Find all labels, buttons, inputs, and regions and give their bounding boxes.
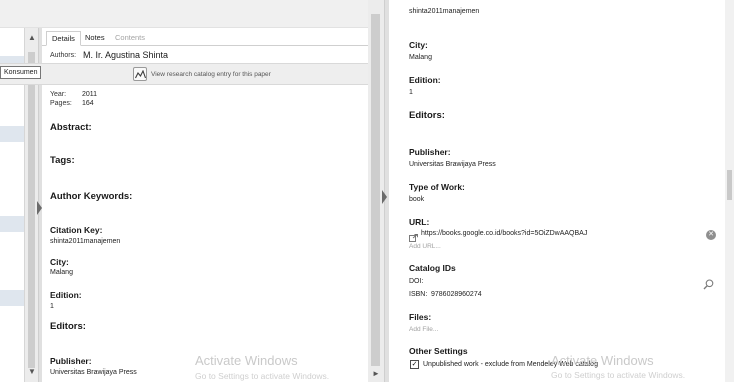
authors-value[interactable]: M. Ir. Agustina Shinta xyxy=(83,50,168,60)
url-value[interactable]: https://books.google.co.id/books?id=5OiZ… xyxy=(421,230,587,237)
publisher-label: Publisher: xyxy=(50,356,92,366)
publisher-value[interactable]: Universitas Brawijaya Press xyxy=(50,369,137,376)
list-row[interactable] xyxy=(0,126,24,142)
publisher-label: Publisher: xyxy=(409,147,451,157)
scrollbar-thumb[interactable] xyxy=(28,52,35,368)
scrollbar-thumb[interactable] xyxy=(371,14,380,366)
abstract-label: Abstract: xyxy=(50,122,92,133)
city-label: City: xyxy=(409,40,428,50)
isbn-label: ISBN: xyxy=(409,291,428,298)
url-label: URL: xyxy=(409,217,430,227)
clear-icon[interactable]: ✕ xyxy=(706,230,716,240)
left-toolbar xyxy=(0,0,368,28)
tags-label: Tags: xyxy=(50,155,75,166)
pages-label: Pages: xyxy=(50,100,72,107)
tab-notes[interactable]: Notes xyxy=(80,31,110,46)
catalog-ids-label: Catalog IDs xyxy=(409,263,456,273)
scroll-down-icon[interactable]: ▼ xyxy=(28,368,36,376)
edition-label: Edition: xyxy=(50,290,82,300)
year-value[interactable]: 2011 xyxy=(82,91,97,98)
activate-windows-title: Activate Windows xyxy=(195,353,298,368)
authors-label: Authors: xyxy=(50,52,77,59)
activate-windows-subtitle: Go to Settings to activate Windows. xyxy=(195,371,330,381)
catalog-entry-bar[interactable]: View research catalog entry for this pap… xyxy=(0,63,368,85)
add-url-link[interactable]: Add URL... xyxy=(409,243,441,250)
citation-key-value[interactable]: shinta2011manajemen xyxy=(409,8,479,15)
citation-key-label: Citation Key: xyxy=(50,225,103,235)
tab-details[interactable]: Details xyxy=(46,31,81,46)
unpublished-checkbox[interactable]: ✓ xyxy=(410,360,419,369)
list-row[interactable] xyxy=(0,216,24,232)
list-row[interactable] xyxy=(0,290,24,306)
left-window: ▲ ▼ Details Notes Contents Authors: M. I… xyxy=(0,0,368,382)
edition-value[interactable]: 1 xyxy=(409,89,413,96)
list-scrollbar-right[interactable]: ► xyxy=(368,0,384,382)
city-value[interactable]: Malang xyxy=(50,269,73,276)
other-settings-label: Other Settings xyxy=(409,346,468,356)
author-keywords-label: Author Keywords: xyxy=(50,191,133,202)
details-panel-right: shinta2011manajemen City: Malang Edition… xyxy=(389,0,734,382)
tooltip: Konsumen xyxy=(0,66,42,79)
doi-label: DOI: xyxy=(409,278,424,285)
isbn-value[interactable]: 9786028960274 xyxy=(431,291,482,298)
details-scrollbar[interactable] xyxy=(725,0,734,382)
add-file-link[interactable]: Add File... xyxy=(409,326,438,333)
scroll-up-icon[interactable]: ▲ xyxy=(28,34,36,42)
tab-contents[interactable]: Contents xyxy=(110,31,150,46)
city-label: City: xyxy=(50,257,69,267)
details-tabs: Details Notes Contents xyxy=(42,28,368,46)
external-link-icon[interactable] xyxy=(409,229,418,242)
citation-key-value[interactable]: shinta2011manajemen xyxy=(50,238,120,245)
activate-windows-subtitle: Go to Settings to activate Windows. xyxy=(551,370,686,380)
publisher-value[interactable]: Universitas Brawijaya Press xyxy=(409,161,496,168)
scrollbar-thumb[interactable] xyxy=(727,170,732,200)
files-label: Files: xyxy=(409,312,432,322)
edition-label: Edition: xyxy=(409,75,441,85)
year-label: Year: xyxy=(50,91,67,98)
editors-label: Editors: xyxy=(409,110,445,121)
scroll-right-icon[interactable]: ► xyxy=(372,370,380,378)
editors-label: Editors: xyxy=(50,321,86,332)
splitter-arrow-icon[interactable] xyxy=(382,190,387,204)
search-icon[interactable] xyxy=(703,277,714,290)
city-value[interactable]: Malang xyxy=(409,54,432,61)
type-of-work-label: Type of Work: xyxy=(409,182,465,192)
catalog-entry-icon[interactable] xyxy=(133,67,147,81)
type-of-work-value[interactable]: book xyxy=(409,196,424,203)
activate-windows-title: Activate Windows xyxy=(551,353,654,368)
catalog-entry-link[interactable]: View research catalog entry for this pap… xyxy=(151,71,271,78)
pages-value[interactable]: 164 xyxy=(82,100,94,107)
edition-value[interactable]: 1 xyxy=(50,303,54,310)
